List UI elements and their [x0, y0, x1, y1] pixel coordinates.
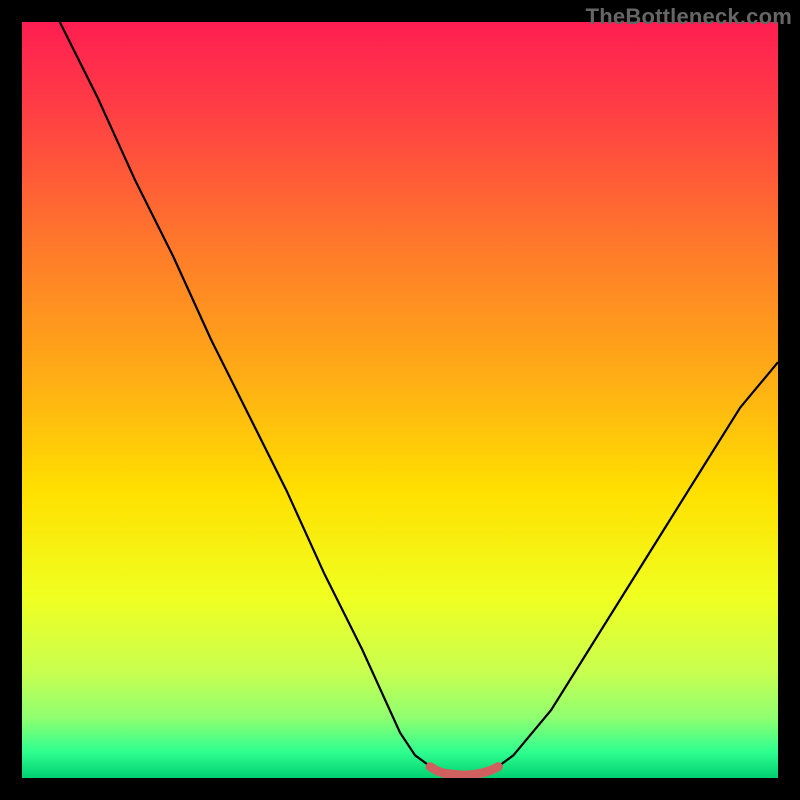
- chart-canvas: [22, 22, 778, 778]
- gradient-background: [22, 22, 778, 778]
- bottleneck-chart: [22, 22, 778, 778]
